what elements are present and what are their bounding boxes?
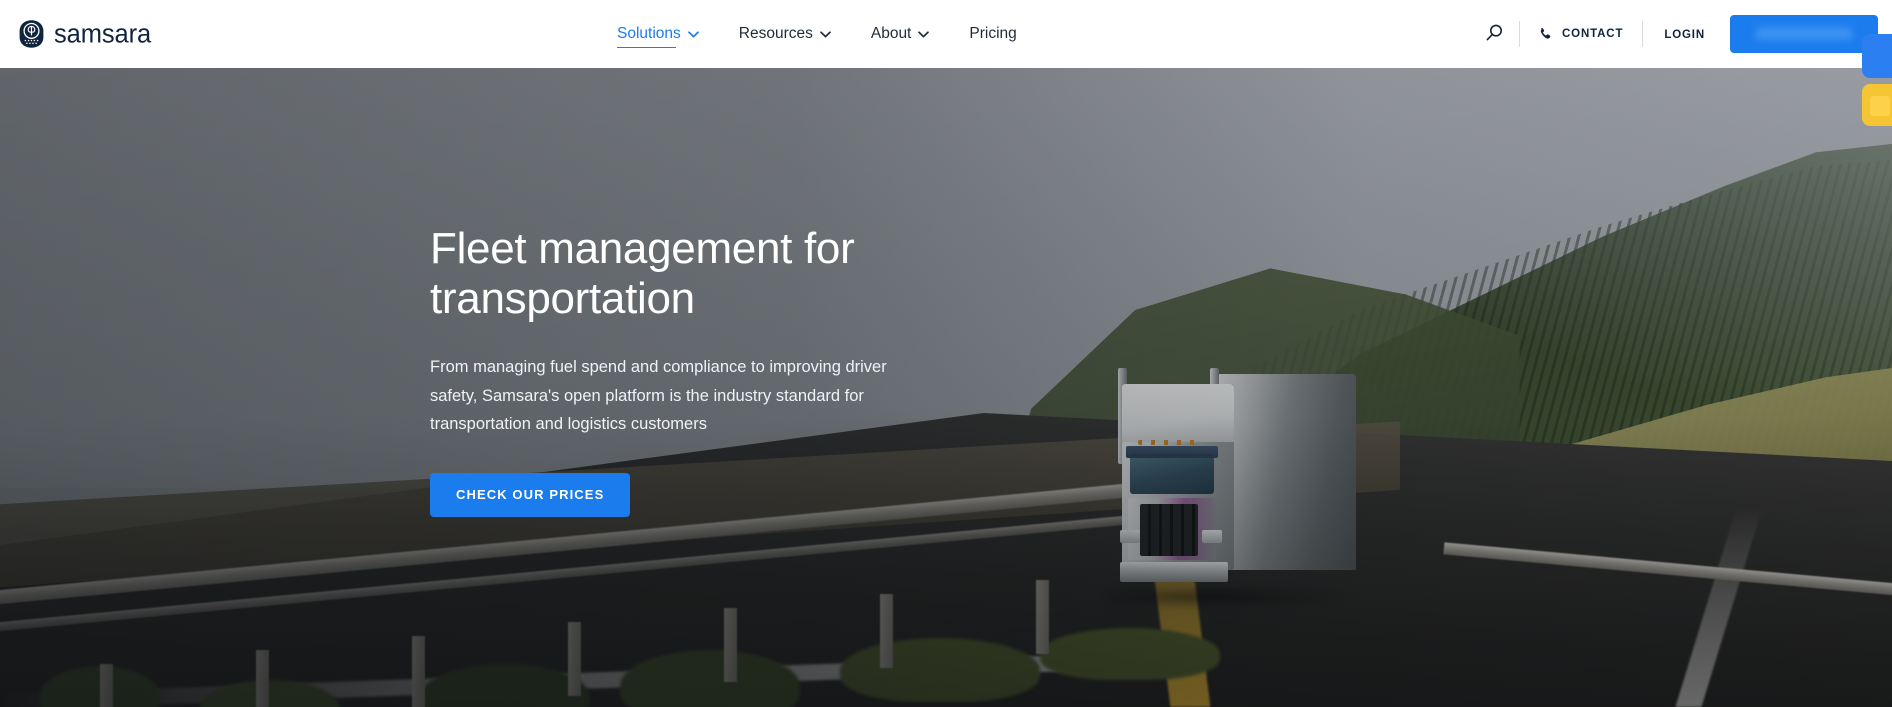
yellow-tab-inner-square (1870, 96, 1890, 116)
nav-label-pricing: Pricing (969, 25, 1017, 42)
nav-label-solutions: Solutions (617, 25, 681, 42)
hero-subheadline: From managing fuel spend and compliance … (430, 358, 887, 434)
chevron-down-icon (918, 30, 930, 38)
check-our-prices-button[interactable]: CHECK OUR PRICES (430, 472, 631, 517)
nav-item-resources[interactable]: Resources (719, 0, 851, 68)
search-button[interactable] (1481, 21, 1507, 47)
redacted-cta-label (1756, 27, 1852, 40)
chevron-down-icon (687, 30, 699, 38)
header-utility-nav: CONTACT LOGIN (1481, 0, 1892, 68)
login-link[interactable]: LOGIN (1643, 25, 1726, 43)
nav-item-about[interactable]: About (851, 0, 950, 68)
nav-label-resources: Resources (738, 25, 813, 42)
phone-icon (1539, 27, 1553, 41)
blue-edge-tab[interactable] (1862, 34, 1892, 78)
hero-section: Fleet management for transportation From… (0, 68, 1892, 707)
logo-wordmark: samsara (54, 20, 152, 49)
hero-content: Fleet management for transportation From… (430, 224, 970, 517)
header-cta-button[interactable] (1730, 15, 1878, 53)
chevron-down-icon (820, 30, 831, 38)
page-root: samsara Solutions Resources About Pricin… (0, 0, 1892, 707)
hero-headline: Fleet management for transportation (430, 224, 855, 323)
contact-label: CONTACT (1562, 28, 1624, 40)
nav-item-solutions[interactable]: Solutions (597, 0, 719, 68)
nav-label-about: About (870, 25, 912, 42)
nav-item-pricing[interactable]: Pricing (949, 0, 1036, 68)
search-icon (1485, 23, 1504, 45)
active-nav-underline (617, 46, 676, 48)
yellow-edge-tab[interactable] (1862, 84, 1892, 126)
samsara-logo[interactable]: samsara (18, 20, 151, 49)
contact-link[interactable]: CONTACT (1520, 27, 1642, 41)
login-label: LOGIN (1664, 29, 1705, 41)
primary-navigation: Solutions Resources About Pricing (597, 0, 1037, 68)
samsara-owl-logo-icon (18, 20, 45, 49)
site-header: samsara Solutions Resources About Pricin… (0, 0, 1892, 68)
